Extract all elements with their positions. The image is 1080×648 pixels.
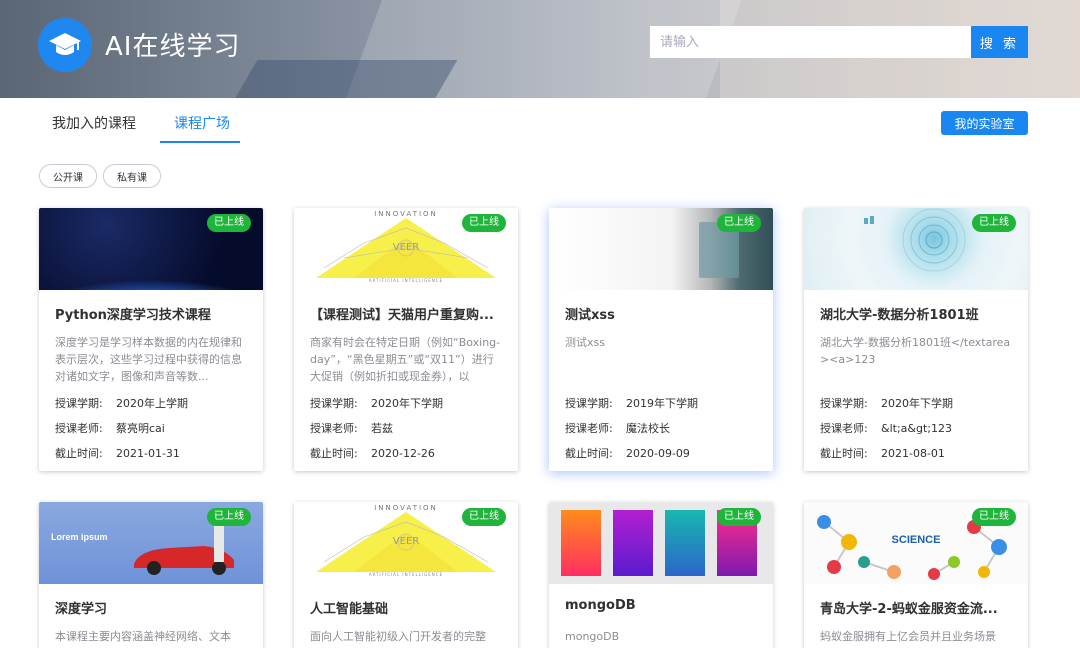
course-teacher: 授课老师: &lt;a&gt;123	[820, 422, 952, 435]
status-badge: 已上线	[462, 508, 506, 526]
course-thumbnail: 已上线	[549, 502, 773, 584]
course-thumbnail: VEER INNOVATION ARTIFICIAL INTELLIGENCE …	[294, 502, 518, 584]
course-title: 人工智能基础	[310, 602, 389, 617]
search-input[interactable]	[650, 26, 972, 58]
course-deadline: 截止时间: 2020-12-26	[310, 447, 435, 460]
course-description: 深度学习是学习样本数据的内在规律和表示层次，这些学习过程中获得的信息对诸如文字，…	[55, 336, 242, 383]
tab-my-courses[interactable]: 我加入的课程	[52, 113, 136, 133]
status-badge: 已上线	[207, 508, 251, 526]
course-thumbnail: VEER INNOVATION ARTIFICIAL INTELLIGENCE …	[294, 208, 518, 290]
course-thumbnail: Lorem ipsum 已上线	[39, 502, 263, 584]
course-card[interactable]: 已上线 mongoDB mongoDB	[549, 502, 773, 648]
course-description: 蚂蚁金服拥有上亿会员并且业务场景	[820, 630, 996, 643]
course-term: 授课学期: 2019年下学期	[565, 397, 698, 410]
course-teacher: 授课老师: 蔡亮明cai	[55, 422, 165, 435]
course-thumbnail: SCIENCE 已上线	[804, 502, 1028, 584]
course-term: 授课学期: 2020年下学期	[310, 397, 443, 410]
course-card[interactable]: Lorem ipsum 已上线 深度学习 本课程主要内容涵盖神经网络、文本	[39, 502, 263, 648]
course-title: 测试xss	[565, 308, 615, 323]
course-card[interactable]: 已上线 Python深度学习技术课程 深度学习是学习样本数据的内在规律和表示层次…	[39, 208, 263, 471]
svg-text:VEER: VEER	[393, 242, 419, 253]
course-thumbnail: 已上线	[804, 208, 1028, 290]
course-thumbnail: 已上线	[549, 208, 773, 290]
course-title: 深度学习	[55, 602, 108, 617]
course-teacher: 授课老师: 魔法校长	[565, 422, 670, 435]
course-card[interactable]: 已上线 测试xss 测试xss 授课学期: 2019年下学期 授课老师: 魔法校长 …	[549, 208, 773, 471]
course-term: 授课学期: 2020年上学期	[55, 397, 188, 410]
active-tab-indicator	[160, 141, 240, 143]
course-title: Python深度学习技术课程	[55, 308, 211, 323]
course-title: 青岛大学-2-蚂蚁金服资金流...	[820, 602, 998, 617]
course-description: mongoDB	[565, 630, 620, 643]
app-title: AI在线学习	[105, 32, 241, 62]
course-title: 【课程测试】天猫用户重复购...	[310, 308, 494, 323]
course-deadline: 截止时间: 2021-01-31	[55, 447, 180, 460]
status-badge: 已上线	[462, 214, 506, 232]
status-badge: 已上线	[717, 214, 761, 232]
filter-public[interactable]: 公开课	[39, 164, 97, 188]
svg-text:VEER: VEER	[393, 536, 419, 547]
status-badge: 已上线	[207, 214, 251, 232]
course-term: 授课学期: 2020年下学期	[820, 397, 953, 410]
course-card[interactable]: VEER INNOVATION ARTIFICIAL INTELLIGENCE …	[294, 502, 518, 648]
course-card[interactable]: 已上线 湖北大学-数据分析1801班 湖北大学-数据分析1801班</texta…	[804, 208, 1028, 471]
search-button[interactable]: 搜 索	[971, 26, 1028, 58]
course-description: 湖北大学-数据分析1801班</textarea><a>123	[820, 336, 1011, 366]
filter-private[interactable]: 私有课	[103, 164, 161, 188]
course-title: mongoDB	[565, 598, 636, 613]
course-card[interactable]: VEER INNOVATION ARTIFICIAL INTELLIGENCE …	[294, 208, 518, 471]
logo[interactable]	[38, 18, 92, 72]
status-badge: 已上线	[972, 508, 1016, 526]
course-description: 本课程主要内容涵盖神经网络、文本	[55, 630, 231, 643]
tab-course-plaza[interactable]: 课程广场	[174, 113, 230, 133]
course-card[interactable]: SCIENCE 已上线 青岛大学-2-蚂蚁金服资金流... 蚂蚁金服拥有上亿会员…	[804, 502, 1028, 648]
course-deadline: 截止时间: 2021-08-01	[820, 447, 945, 460]
course-deadline: 截止时间: 2020-09-09	[565, 447, 690, 460]
status-badge: 已上线	[717, 508, 761, 526]
graduation-cap-icon	[49, 33, 81, 55]
course-description: 测试xss	[565, 336, 605, 349]
course-thumbnail: 已上线	[39, 208, 263, 290]
my-lab-button[interactable]: 我的实验室	[941, 111, 1028, 135]
course-description: 商家有时会在特定日期（例如“Boxing-day”，“黑色星期五”或“双11”）…	[310, 336, 501, 383]
course-description: 面向人工智能初级入门开发者的完整	[310, 630, 486, 643]
status-badge: 已上线	[972, 214, 1016, 232]
course-title: 湖北大学-数据分析1801班	[820, 308, 979, 323]
course-teacher: 授课老师: 若兹	[310, 422, 393, 435]
